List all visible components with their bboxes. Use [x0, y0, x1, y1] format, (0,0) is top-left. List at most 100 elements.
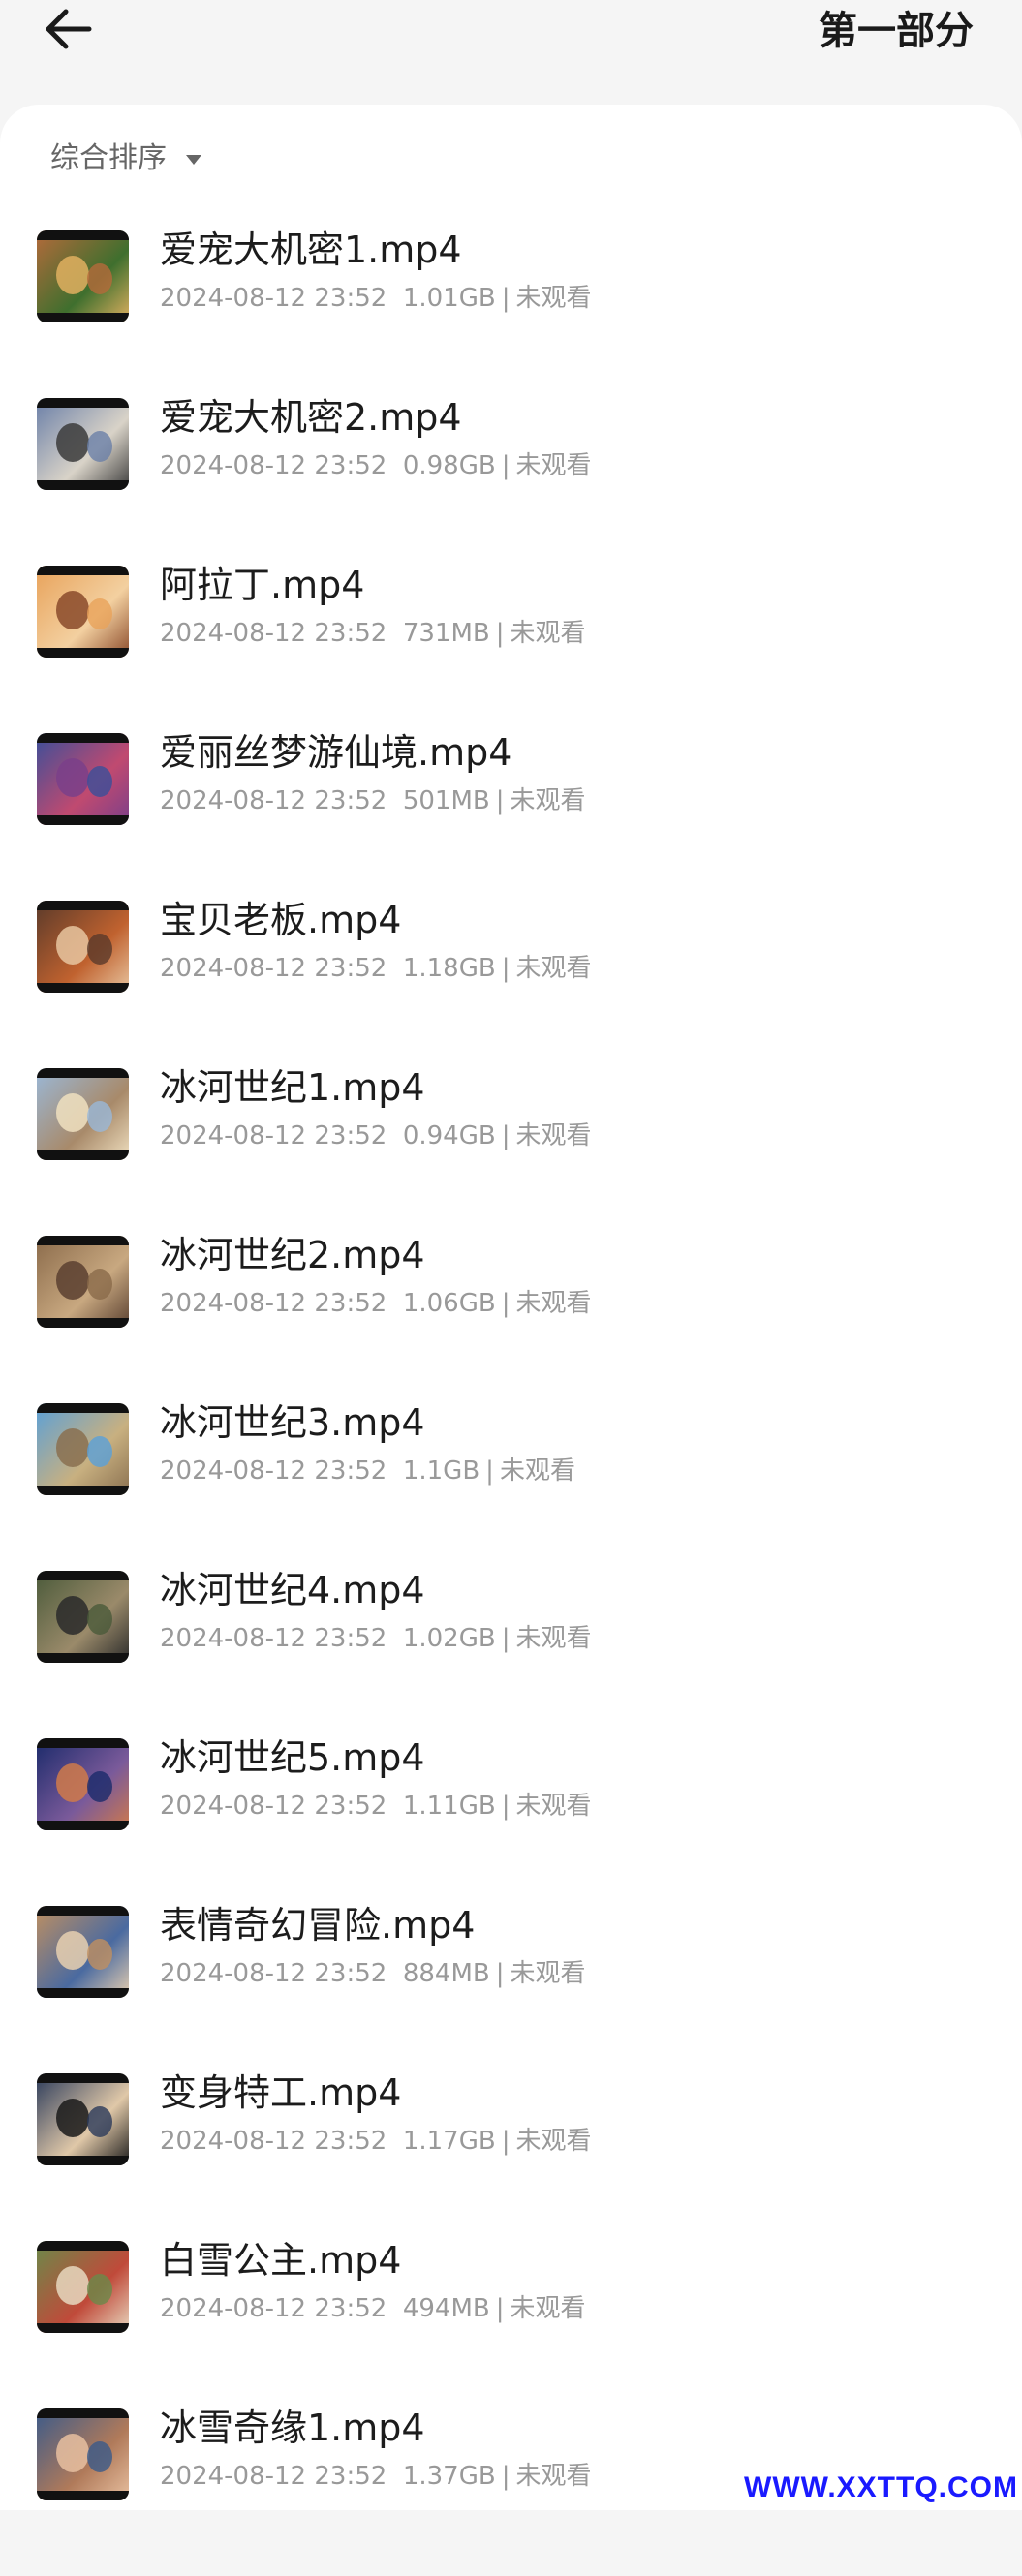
file-meta: 2024-08-12 23:52 884MB | 未观看: [160, 1956, 586, 1991]
file-date: 2024-08-12 23:52: [160, 786, 387, 815]
file-date: 2024-08-12 23:52: [160, 1792, 387, 1821]
file-name: 冰河世纪1.mp4: [160, 1066, 425, 1109]
file-name: 阿拉丁.mp4: [160, 564, 365, 606]
file-date: 2024-08-12 23:52: [160, 2294, 387, 2323]
file-list-item[interactable]: 表情奇幻冒险.mp4 2024-08-12 23:52 884MB | 未观看: [0, 1904, 1022, 2073]
thumbnail-figure: [87, 1269, 112, 1300]
video-thumbnail: [37, 230, 129, 322]
thumbnail-figure: [56, 1763, 89, 1802]
thumbnail-figure: [87, 1436, 112, 1467]
letterbox-band: [37, 2156, 129, 2165]
file-list-item[interactable]: 爱宠大机密1.mp4 2024-08-12 23:52 1.01GB | 未观看: [0, 229, 1022, 398]
letterbox-band: [37, 566, 129, 575]
watch-status: 未观看: [515, 1792, 592, 1821]
file-meta: 2024-08-12 23:52 494MB | 未观看: [160, 2291, 586, 2326]
thumbnail-figure: [56, 1261, 89, 1300]
file-list-panel: 综合排序 爱宠大机密1.mp4 2024-08-12 23:52 1.01GB | 未…: [0, 105, 1022, 2510]
sort-dropdown[interactable]: 综合排序: [50, 139, 201, 178]
letterbox-band: [37, 2408, 129, 2418]
letterbox-band: [37, 1150, 129, 1160]
file-date: 2024-08-12 23:52: [160, 1121, 387, 1150]
thumbnail-figure: [87, 431, 112, 462]
file-meta: 2024-08-12 23:52 0.94GB | 未观看: [160, 1119, 591, 1153]
letterbox-band: [37, 1738, 129, 1748]
video-thumbnail: [37, 901, 129, 993]
page-title: 第一部分: [819, 9, 974, 53]
letterbox-band: [37, 983, 129, 993]
watch-status: 未观看: [510, 2294, 586, 2323]
letterbox-band: [37, 1236, 129, 1245]
video-thumbnail: [37, 733, 129, 825]
thumbnail-figure: [87, 2274, 112, 2305]
file-meta: 2024-08-12 23:52 731MB | 未观看: [160, 616, 586, 651]
file-name: 变身特工.mp4: [160, 2071, 402, 2114]
file-size: 0.98GB: [402, 451, 496, 480]
thumbnail-figure: [87, 2441, 112, 2472]
watch-status: 未观看: [510, 786, 586, 815]
watch-status: 未观看: [515, 1121, 592, 1150]
watermark-text: WWW.XXTTQ.COM: [744, 2471, 1018, 2503]
letterbox-band: [37, 398, 129, 408]
file-list-item[interactable]: 冰河世纪2.mp4 2024-08-12 23:52 1.06GB | 未观看: [0, 1234, 1022, 1403]
letterbox-band: [37, 1906, 129, 1916]
file-name: 表情奇幻冒险.mp4: [160, 1904, 476, 1947]
file-list-item[interactable]: 冰河世纪3.mp4 2024-08-12 23:52 1.1GB | 未观看: [0, 1401, 1022, 1571]
file-list-item[interactable]: 爱宠大机密2.mp4 2024-08-12 23:52 0.98GB | 未观看: [0, 396, 1022, 566]
meta-separator: |: [501, 1121, 511, 1150]
letterbox-band: [37, 2073, 129, 2083]
file-meta: 2024-08-12 23:52 1.17GB | 未观看: [160, 2124, 591, 2159]
letterbox-band: [37, 2491, 129, 2500]
file-list-item[interactable]: 变身特工.mp4 2024-08-12 23:52 1.17GB | 未观看: [0, 2071, 1022, 2241]
meta-separator: |: [501, 954, 511, 983]
letterbox-band: [37, 2323, 129, 2333]
file-size: 1.11GB: [402, 1792, 496, 1821]
letterbox-band: [37, 733, 129, 743]
file-list-item[interactable]: 白雪公主.mp4 2024-08-12 23:52 494MB | 未观看: [0, 2239, 1022, 2408]
video-thumbnail: [37, 1738, 129, 1830]
letterbox-band: [37, 1821, 129, 1830]
watch-status: 未观看: [515, 954, 592, 983]
thumbnail-figure: [56, 256, 89, 294]
letterbox-band: [37, 815, 129, 825]
meta-separator: |: [495, 786, 505, 815]
thumbnail-figure: [56, 2266, 89, 2305]
file-size: 1.06GB: [402, 1289, 496, 1318]
letterbox-band: [37, 901, 129, 910]
file-date: 2024-08-12 23:52: [160, 1959, 387, 1988]
watch-status: 未观看: [510, 1959, 586, 1988]
file-list-item[interactable]: 宝贝老板.mp4 2024-08-12 23:52 1.18GB | 未观看: [0, 899, 1022, 1068]
file-list-item[interactable]: 冰河世纪1.mp4 2024-08-12 23:52 0.94GB | 未观看: [0, 1066, 1022, 1236]
file-name: 爱丽丝梦游仙境.mp4: [160, 731, 512, 774]
video-thumbnail: [37, 2241, 129, 2333]
top-bar: 第一部分: [0, 0, 1022, 107]
thumbnail-figure: [56, 1931, 89, 1970]
file-list-item[interactable]: 冰河世纪4.mp4 2024-08-12 23:52 1.02GB | 未观看: [0, 1569, 1022, 1738]
watch-status: 未观看: [510, 619, 586, 648]
video-thumbnail: [37, 1906, 129, 1998]
file-list-item[interactable]: 阿拉丁.mp4 2024-08-12 23:52 731MB | 未观看: [0, 564, 1022, 733]
file-size: 0.94GB: [402, 1121, 496, 1150]
letterbox-band: [37, 1068, 129, 1078]
file-name: 冰河世纪4.mp4: [160, 1569, 425, 1611]
file-date: 2024-08-12 23:52: [160, 954, 387, 983]
watch-status: 未观看: [515, 284, 592, 313]
file-list-item[interactable]: 爱丽丝梦游仙境.mp4 2024-08-12 23:52 501MB | 未观看: [0, 731, 1022, 901]
watch-status: 未观看: [515, 1624, 592, 1653]
letterbox-band: [37, 2241, 129, 2251]
back-button[interactable]: [39, 2, 97, 56]
watch-status: 未观看: [515, 2462, 592, 2491]
thumbnail-figure: [87, 1771, 112, 1802]
file-name: 白雪公主.mp4: [160, 2239, 402, 2282]
file-list-item[interactable]: 冰河世纪5.mp4 2024-08-12 23:52 1.11GB | 未观看: [0, 1736, 1022, 1906]
file-size: 731MB: [402, 619, 490, 648]
file-date: 2024-08-12 23:52: [160, 619, 387, 648]
video-thumbnail: [37, 2073, 129, 2165]
thumbnail-figure: [56, 591, 89, 629]
file-date: 2024-08-12 23:52: [160, 1624, 387, 1653]
video-thumbnail: [37, 398, 129, 490]
file-name: 爱宠大机密1.mp4: [160, 229, 462, 271]
thumbnail-figure: [87, 2106, 112, 2137]
file-date: 2024-08-12 23:52: [160, 2462, 387, 2491]
video-thumbnail: [37, 1068, 129, 1160]
file-name: 爱宠大机密2.mp4: [160, 396, 462, 439]
